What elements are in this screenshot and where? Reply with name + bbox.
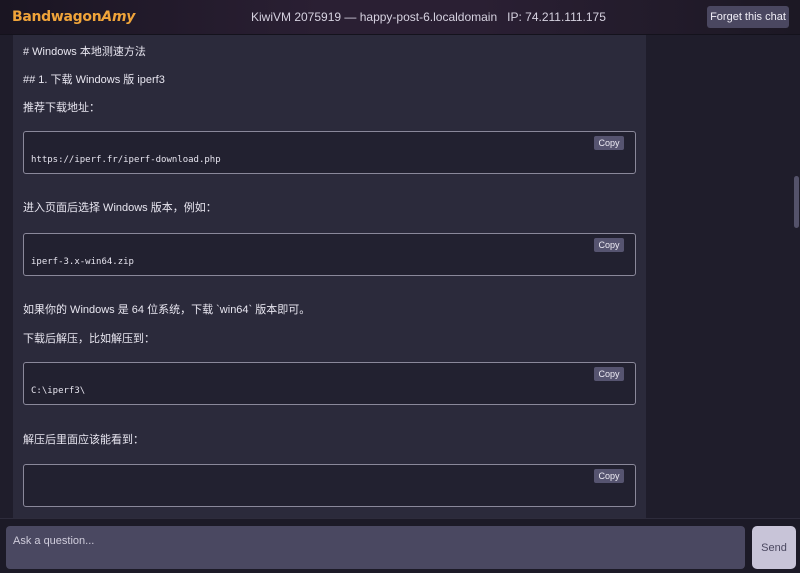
vm-ip: IP: 74.211.111.175 bbox=[507, 10, 606, 24]
code-block: Copy C:\iperf3\ bbox=[23, 362, 636, 405]
paragraph-64bit: 如果你的 Windows 是 64 位系统，下载 `win64` 版本即可。 bbox=[23, 304, 311, 316]
forget-chat-button[interactable]: Forget this chat bbox=[707, 6, 789, 28]
copy-button[interactable]: Copy bbox=[594, 469, 624, 483]
logo-text-amy: Amy bbox=[101, 9, 136, 25]
top-header: BandwagonAmy KiwiVM 2075919 — happy-post… bbox=[0, 0, 800, 35]
send-button[interactable]: Send bbox=[752, 526, 796, 569]
chat-message-area[interactable]: # Windows 本地测速方法 ## 1. 下载 Windows 版 iper… bbox=[13, 35, 646, 518]
paragraph-after-unzip: 解压后里面应该能看到： bbox=[23, 434, 144, 446]
composer-bar: Send bbox=[0, 518, 800, 573]
vm-info: KiwiVM 2075919 — happy-post-6.localdomai… bbox=[251, 10, 606, 24]
scrollbar-track[interactable] bbox=[792, 35, 800, 518]
code-text: iperf-3.x-win64.zip bbox=[31, 257, 134, 267]
code-text: C:\iperf3\ bbox=[31, 386, 86, 396]
code-block: Copy bbox=[23, 464, 636, 507]
logo-text-bandwagon: Bandwagon bbox=[12, 9, 102, 25]
code-block: Copy https://iperf.fr/iperf-download.php bbox=[23, 131, 636, 174]
code-block: Copy iperf-3.x-win64.zip bbox=[23, 233, 636, 276]
heading-h2: ## 1. 下载 Windows 版 iperf3 bbox=[23, 74, 165, 86]
assistant-message: # Windows 本地测速方法 ## 1. 下载 Windows 版 iper… bbox=[13, 35, 646, 507]
copy-button[interactable]: Copy bbox=[594, 367, 624, 381]
heading-h1: # Windows 本地测速方法 bbox=[23, 46, 146, 58]
code-text: https://iperf.fr/iperf-download.php bbox=[31, 155, 221, 165]
paragraph-select-version: 进入页面后选择 Windows 版本，例如： bbox=[23, 202, 217, 214]
question-input[interactable] bbox=[6, 526, 745, 569]
scrollbar-thumb[interactable] bbox=[794, 176, 799, 228]
app-logo: BandwagonAmy bbox=[12, 9, 135, 25]
paragraph-download-url: 推荐下载地址： bbox=[23, 102, 100, 114]
vm-name: KiwiVM 2075919 — happy-post-6.localdomai… bbox=[251, 10, 498, 24]
paragraph-unzip: 下载后解压，比如解压到： bbox=[23, 333, 155, 345]
copy-button[interactable]: Copy bbox=[594, 136, 624, 150]
copy-button[interactable]: Copy bbox=[594, 238, 624, 252]
